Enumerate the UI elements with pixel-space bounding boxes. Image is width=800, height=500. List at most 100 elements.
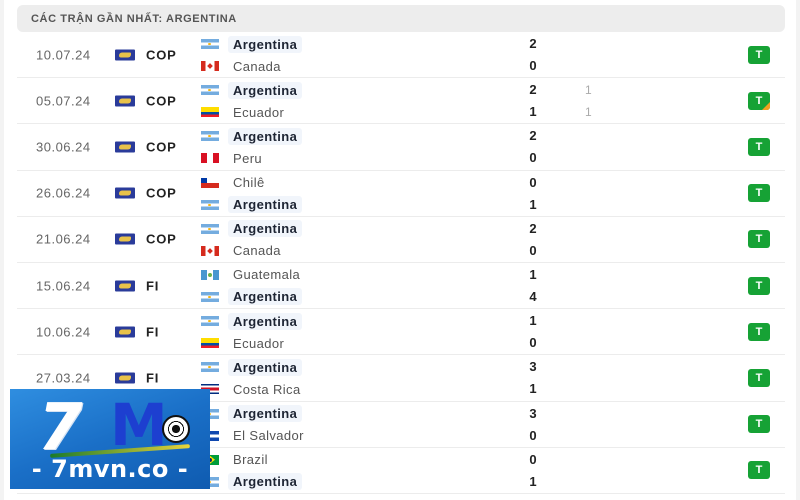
competition-code[interactable]: FI [146,278,159,293]
argentina-flag-icon [201,85,219,96]
section-header: CÁC TRẬN GẦN NHẤT: ARGENTINA [17,5,785,32]
competition-icon [115,233,135,245]
away-team-name: Canada [233,58,281,74]
watermark-logo: 7 M - 7mvn.co - [10,389,210,489]
match-row[interactable]: 10.06.24 FI Argentina Ecuador 1 0 T [17,309,785,356]
away-score: 0 [529,150,537,166]
competition-code[interactable]: COP [146,93,177,108]
away-team[interactable]: Argentina [201,287,303,307]
home-team[interactable]: Chilê [201,173,270,193]
away-team-name: Argentina [228,473,303,491]
argentina-flag-icon [201,199,219,210]
away-score: 1 [529,381,537,397]
competition-code[interactable]: COP [146,232,177,247]
match-date: 15.06.24 [36,278,91,294]
argentina-flag-icon [201,362,219,373]
home-team[interactable]: Brazil [201,450,273,470]
away-score: 0 [529,335,537,351]
ecuador-flag-icon [201,107,219,118]
away-score: 0 [529,427,537,443]
away-team-name: Peru [233,150,263,166]
home-score: 2 [529,128,537,144]
away-team-name: Ecuador [233,104,285,120]
scrollbar-track[interactable] [796,0,800,500]
away-team[interactable]: El Salvador [201,426,309,446]
logo-url: - 7mvn.co - [31,455,189,483]
match-row[interactable]: 26.06.24 COP Chilê Argentina 0 1 T [17,171,785,217]
home-team[interactable]: Argentina [201,80,303,100]
argentina-flag-icon [201,291,219,302]
home-score: 0 [529,174,537,190]
canada-flag-icon [201,245,219,256]
match-row[interactable]: 10.07.24 COP Argentina Canada 2 0 T [17,32,785,79]
competition-code[interactable]: COP [146,186,177,201]
home-team[interactable]: Argentina [201,126,303,146]
home-score: 0 [529,451,537,467]
competition-icon [115,280,135,292]
soccer-ball-icon [162,415,190,443]
competition-icon [115,187,135,199]
result-badge[interactable]: T [748,45,770,64]
result-badge[interactable]: T [748,184,770,203]
competition-icon [115,49,135,61]
result-badge[interactable]: T [748,276,770,295]
home-team[interactable]: Argentina [201,357,303,377]
home-score: 3 [529,405,537,421]
home-team-name: Chilê [233,175,265,191]
home-team[interactable]: Guatemala [201,265,305,285]
home-team-name: Argentina [228,312,303,330]
away-team[interactable]: Ecuador [201,102,289,122]
away-team[interactable]: Canada [201,56,286,76]
away-score: 1 [529,196,537,212]
match-row[interactable]: 05.07.24 COP Argentina Ecuador 2 1 1 1 T [17,78,785,125]
home-team-name: Brazil [233,452,268,468]
away-team-name: Costa Rica [233,381,301,397]
away-team-name: Argentina [228,196,303,214]
result-badge[interactable]: T [748,137,770,156]
competition-code[interactable]: COP [146,139,177,154]
result-badge[interactable]: T [748,91,770,110]
match-date: 10.06.24 [36,324,91,340]
away-team[interactable]: Argentina [201,195,303,215]
home-team-name: Argentina [228,81,303,99]
away-score: 4 [529,288,537,304]
canada-flag-icon [201,61,219,71]
away-team[interactable]: Ecuador [201,333,289,353]
match-row[interactable]: 21.06.24 COP Argentina Canada 2 0 T [17,217,785,263]
match-row[interactable]: 15.06.24 FI Guatemala Argentina 1 4 T [17,263,785,310]
result-badge[interactable]: T [748,461,770,480]
home-score: 3 [529,359,537,375]
home-team-name: Argentina [228,358,303,376]
result-badge[interactable]: T [748,230,770,249]
result-badge[interactable]: T [748,415,770,434]
match-row[interactable]: 30.06.24 COP Argentina Peru 2 0 T [17,124,785,171]
away-score: 0 [529,242,537,258]
argentina-flag-icon [201,316,219,327]
result-badge[interactable]: T [748,322,770,341]
away-halftime-score: 1 [585,105,592,120]
home-team[interactable]: Argentina [201,34,303,54]
home-team[interactable]: Argentina [201,404,303,424]
home-team-name: Guatemala [233,267,301,283]
away-team-name: Ecuador [233,335,285,351]
home-score: 2 [529,36,537,51]
match-date: 26.06.24 [36,185,91,201]
home-score: 2 [529,220,537,236]
match-date: 30.06.24 [36,139,91,155]
ecuador-flag-icon [201,338,219,349]
result-badge[interactable]: T [748,368,770,387]
away-team[interactable]: Costa Rica [201,379,306,399]
competition-icon [115,95,135,107]
away-team[interactable]: Peru [201,148,267,168]
competition-icon [115,326,135,338]
competition-icon [115,372,135,384]
away-team[interactable]: Argentina [201,472,303,492]
home-team[interactable]: Argentina [201,311,303,331]
away-team-name: Argentina [228,288,303,306]
competition-code[interactable]: COP [146,47,177,62]
competition-code[interactable]: FI [146,324,159,339]
home-team[interactable]: Argentina [201,219,303,239]
competition-code[interactable]: FI [146,370,159,385]
home-team-name: Argentina [228,405,303,422]
away-team[interactable]: Canada [201,241,286,261]
